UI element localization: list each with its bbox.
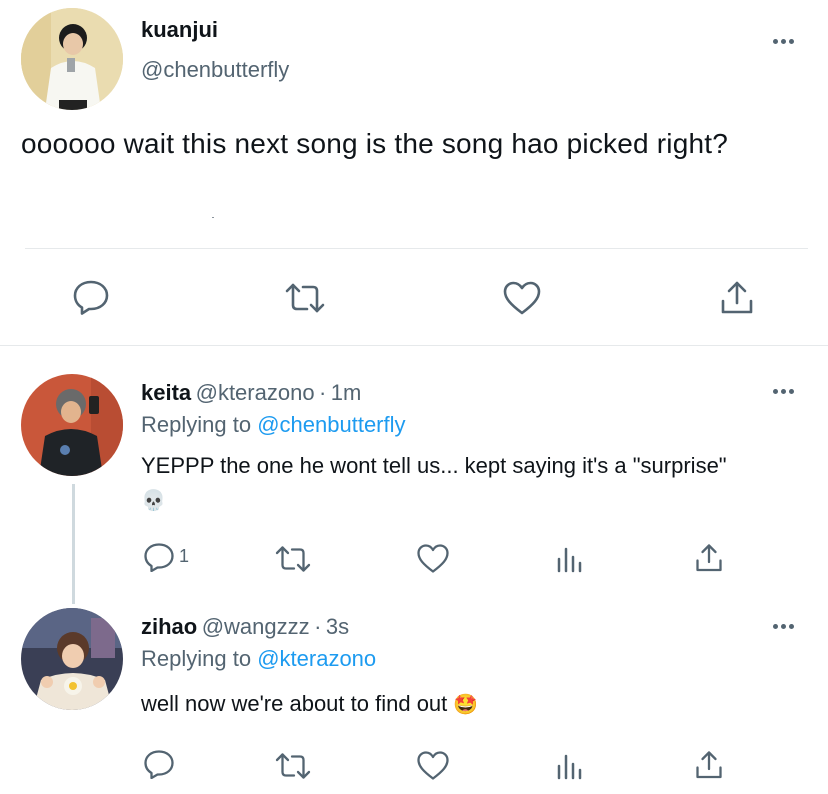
divider — [25, 248, 808, 249]
more-icon[interactable] — [773, 389, 794, 394]
heart-icon[interactable] — [502, 280, 542, 316]
reply-header: zihao @wangzzz · 3s — [141, 614, 349, 640]
reply-header: keita @kterazono · 1m — [141, 380, 361, 406]
share-icon[interactable] — [694, 542, 724, 574]
heart-icon[interactable] — [416, 543, 450, 574]
skull-emoji: 💀 — [141, 490, 166, 512]
more-icon[interactable] — [773, 39, 794, 44]
replying-to: Replying to @chenbutterfly — [141, 412, 406, 438]
reply-text: well now we're about to find out 🤩 — [141, 687, 478, 722]
reply-icon[interactable] — [72, 279, 110, 315]
avatar-kuanjui[interactable] — [21, 8, 123, 110]
user-handle[interactable]: @kterazono — [196, 380, 315, 405]
share-icon[interactable] — [719, 279, 755, 317]
heart-icon[interactable] — [416, 750, 450, 781]
starstruck-emoji: 🤩 — [453, 694, 479, 716]
thread-line — [72, 484, 75, 604]
tweet-text: oooooo wait this next song is the song h… — [21, 128, 728, 159]
reply-text-content: YEPPP the one he wont tell us... kept sa… — [141, 453, 727, 478]
display-name[interactable]: zihao — [141, 614, 197, 639]
avatar-keita[interactable] — [21, 374, 123, 476]
separator-dot: · — [319, 380, 327, 405]
retweet-icon[interactable] — [274, 751, 312, 781]
reply-count: 1 — [179, 546, 190, 566]
display-name[interactable]: kuanjui — [141, 17, 218, 43]
mention-link[interactable]: @kterazono — [257, 646, 376, 671]
retweet-icon[interactable] — [274, 544, 312, 574]
reply-text-content: well now we're about to find out — [141, 691, 448, 716]
section-divider — [0, 345, 828, 346]
analytics-icon[interactable] — [556, 545, 584, 573]
user-handle[interactable]: @wangzzz — [202, 614, 310, 639]
retweet-icon[interactable] — [283, 281, 327, 315]
reply-text: YEPPP the one he wont tell us... kept sa… — [141, 449, 811, 518]
display-name[interactable]: keita — [141, 380, 191, 405]
mention-link[interactable]: @chenbutterfly — [257, 412, 405, 437]
stray-mark — [212, 217, 214, 218]
replying-to: Replying to @kterazono — [141, 646, 376, 672]
more-icon[interactable] — [773, 624, 794, 629]
timestamp[interactable]: 1m — [331, 380, 362, 405]
reply-icon[interactable] — [143, 542, 175, 572]
user-handle[interactable]: @chenbutterfly — [141, 57, 289, 83]
replying-label: Replying to — [141, 412, 252, 437]
share-icon[interactable] — [694, 749, 724, 781]
separator-dot: · — [314, 614, 322, 639]
avatar-zihao[interactable] — [21, 608, 123, 710]
replying-label: Replying to — [141, 646, 252, 671]
analytics-icon[interactable] — [556, 752, 584, 780]
timestamp[interactable]: 3s — [326, 614, 349, 639]
reply-icon[interactable] — [143, 749, 175, 779]
